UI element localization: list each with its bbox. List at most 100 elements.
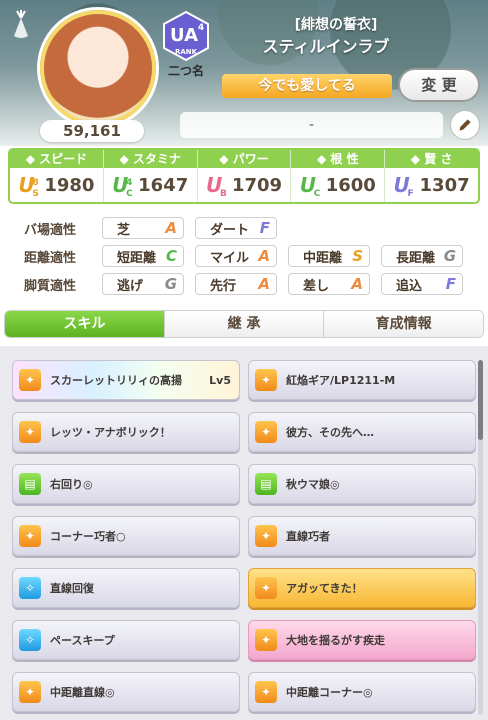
shoe-icon: ◆ xyxy=(25,152,40,166)
stat-value: 1307 xyxy=(419,174,470,196)
skill-card[interactable]: ✦ 彼方、その先へ… xyxy=(248,412,476,452)
stat-value: 1647 xyxy=(138,174,189,196)
arm-icon: ◆ xyxy=(219,152,233,166)
stat-guts: ◆ 根 性 U C 1600 xyxy=(291,150,386,202)
track-aptitude-row: バ場適性 芝 A ダート F xyxy=(8,216,480,240)
comment-box: - xyxy=(180,112,443,138)
skill-card[interactable]: ✦ スカーレットリリィの高揚 Lv5 xyxy=(12,360,240,400)
stat-grade: U8S xyxy=(18,173,44,199)
aptitude-distance-3: 長距離 G xyxy=(381,245,463,267)
scrollbar-thumb[interactable] xyxy=(478,360,483,440)
tab-skills[interactable]: スキル xyxy=(5,311,165,337)
change-button[interactable]: 変 更 xyxy=(398,68,480,102)
rank-badge[interactable]: UA 4 RANK xyxy=(160,10,212,62)
aptitude-distance-0: 短距離 C xyxy=(102,245,184,267)
skill-card[interactable]: ▤ 秋ウマ娘◎ xyxy=(248,464,476,504)
stat-value: 1709 xyxy=(231,174,283,196)
carrot-icon[interactable] xyxy=(8,10,34,40)
stat-grade-sub: F xyxy=(407,189,414,199)
skill-name: 中距離直線◎ xyxy=(50,686,115,699)
aptitude-style-0: 逃げ G xyxy=(102,273,184,295)
stat-label: ◆ 賢 さ xyxy=(385,150,478,168)
skill-name: 彼方、その先へ… xyxy=(286,426,374,439)
stat-power: ◆ パワー U B 1709 xyxy=(197,150,292,202)
aptitude-style-2: 差し A xyxy=(288,273,370,295)
aptitude-style-3: 追込 F xyxy=(381,273,463,295)
aptitude-distance-1: マイル A xyxy=(195,245,277,267)
stat-label-text: スピード xyxy=(39,152,88,166)
skill-list[interactable]: ✦ スカーレットリリィの高揚 Lv5 ✦ 紅焔ギア/LP1211-M ✦ レッツ・アナボリッ… xyxy=(0,346,488,720)
stat-value: 1600 xyxy=(325,174,376,196)
skill-orange-icon: ✦ xyxy=(255,681,277,703)
skill-card[interactable]: ✦ 中距離コーナー◎ xyxy=(248,672,476,712)
aptitude-name: マイル xyxy=(210,250,250,266)
skill-card[interactable]: ▤ 右回り◎ xyxy=(12,464,240,504)
pencil-icon[interactable] xyxy=(450,110,480,140)
skill-name: 直線回復 xyxy=(50,582,94,595)
track-aptitude-label: バ場適性 xyxy=(24,222,77,238)
skill-orange-icon: ✦ xyxy=(19,525,41,547)
skill-card[interactable]: ✧ ペースキープ xyxy=(12,620,240,660)
stat-label: ◆ スタミナ xyxy=(103,150,197,168)
heart-icon: ◆ xyxy=(119,152,133,166)
skill-card[interactable]: ✦ アガッてきた！ xyxy=(248,568,476,608)
character-name: スティルインラブ xyxy=(262,37,390,56)
stat-label-text: パワー xyxy=(232,152,269,166)
stat-grade: UB xyxy=(206,173,232,199)
skill-orange-icon: ✦ xyxy=(255,525,277,547)
skill-scrollbar[interactable] xyxy=(478,360,483,715)
skill-green-icon: ▤ xyxy=(19,473,41,495)
rank-subgrade: 4 xyxy=(198,23,204,33)
aptitude-grade: G xyxy=(443,247,456,265)
aptitude-name: ダート xyxy=(210,222,250,238)
aptitude-name: 追込 xyxy=(396,278,423,294)
skill-orange-icon: ✦ xyxy=(255,577,277,599)
aptitude-grade: A xyxy=(258,275,270,293)
skill-orange-icon: ✦ xyxy=(19,421,41,443)
skill-card[interactable]: ✧ 直線回復 xyxy=(12,568,240,608)
stat-wisdom: ◆ 賢 さ U F 1307 xyxy=(385,150,478,202)
aptitude-name: 逃げ xyxy=(117,278,144,294)
skill-name: 中距離コーナー◎ xyxy=(286,686,373,699)
skill-name: 右回り◎ xyxy=(50,478,93,491)
distance-aptitude-row: 距離適性 短距離 C マイル A 中距離 S 長距離 G xyxy=(8,244,480,268)
stat-value: 1980 xyxy=(44,174,95,196)
title-plate: 今でも愛してる xyxy=(222,74,392,98)
style-aptitude-row: 脚質適性 逃げ G 先行 A 差し A 追込 F xyxy=(8,272,480,296)
aptitude-name: 短距離 xyxy=(117,250,157,266)
flame-icon: ◆ xyxy=(316,152,331,166)
skill-green-icon: ▤ xyxy=(255,473,277,495)
skill-name: 秋ウマ娘◎ xyxy=(286,478,340,491)
skill-orange-icon: ✦ xyxy=(255,629,277,651)
tab-training-info[interactable]: 育成情報 xyxy=(324,311,483,337)
aptitude-name: 芝 xyxy=(117,222,131,238)
skill-card[interactable]: ✦ 中距離直線◎ xyxy=(12,672,240,712)
skill-blue-icon: ✧ xyxy=(19,629,41,651)
profile-header: 59,161 UA 4 RANK 二つ名 [緋想の誓衣] スティルインラブ 今で… xyxy=(0,0,488,146)
aptitude-track-0: 芝A xyxy=(102,217,184,239)
aptitude-grade: F xyxy=(259,219,270,237)
skill-card[interactable]: ✦ 大地を揺るがす疾走 xyxy=(248,620,476,660)
skill-name: 直線巧者 xyxy=(286,530,330,543)
aptitude-name: 中距離 xyxy=(303,250,343,266)
tab-inheritance[interactable]: 継 承 xyxy=(164,311,325,337)
stat-label-text: スタミナ xyxy=(132,152,181,166)
aptitude-grade: A xyxy=(165,219,177,237)
skill-level: Lv5 xyxy=(209,373,231,387)
skill-card[interactable]: ✦ レッツ・アナボリック！ xyxy=(12,412,240,452)
skill-orange-icon: ✦ xyxy=(19,681,41,703)
skill-card[interactable]: ✦ 直線巧者 xyxy=(248,516,476,556)
skill-name: 大地を揺るがす疾走 xyxy=(286,634,385,647)
aptitude-name: 長距離 xyxy=(396,250,436,266)
skill-card[interactable]: ✦ 紅焔ギア/LP1211-M xyxy=(248,360,476,400)
aptitude-grade: G xyxy=(164,275,177,293)
stat-grade-sub: C xyxy=(313,189,321,199)
stat-label-text: 根 性 xyxy=(330,152,359,166)
character-portrait[interactable] xyxy=(40,10,156,126)
nickname: 二つ名 xyxy=(167,64,204,78)
skill-orange-icon: ✦ xyxy=(19,369,41,391)
stat-label-text: 賢 さ xyxy=(424,152,453,166)
aptitude-track-1: ダート F xyxy=(195,217,277,239)
stats-panel: ◆ スピード U 8 S 1980 ◆ スタミナ U 4 C 1647 ◆ パワー U B 1709 ◆ 根… xyxy=(8,148,480,204)
skill-card[interactable]: ✦ コーナー巧者○ xyxy=(12,516,240,556)
